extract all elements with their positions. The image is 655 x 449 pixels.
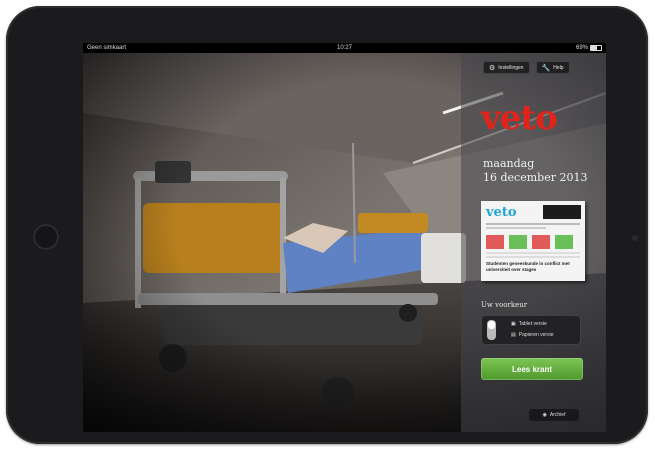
version-title: Uw voorkeur [481, 301, 528, 309]
battery-icon [590, 45, 602, 51]
help-label: Help [553, 64, 564, 71]
issue-day: maandag [483, 157, 535, 170]
archive-label: Archief [549, 412, 566, 418]
status-time: 10:27 [336, 45, 352, 51]
option-tablet-label: Tablet versie [518, 321, 547, 327]
thumbnail-headline: Studenten geneeskunde in conflict met un… [486, 261, 570, 272]
ipad-frame: Geen simkaart 10:27 69% ⚙ Instellingen 🔧… [6, 6, 648, 444]
read-paper-button[interactable]: Lees krant [481, 358, 583, 380]
wrench-icon: 🔧 [541, 64, 551, 72]
option-tablet[interactable]: ▣ Tablet versie [511, 321, 547, 327]
version-selector: ▣ Tablet versie ▤ Papieren versie [481, 315, 581, 345]
settings-label: Instellingen [498, 64, 524, 71]
option-paper-label: Papieren versie [518, 332, 554, 338]
gear-icon: ⚙ [489, 64, 496, 72]
newspaper-thumbnail[interactable]: veto Studenten geneeskunde in conflict m… [481, 201, 585, 281]
front-camera [632, 235, 638, 241]
archive-icon: ◉ [542, 412, 547, 418]
battery-status: 69% [576, 43, 602, 53]
tablet-icon: ▣ [511, 321, 516, 327]
screen: Geen simkaart 10:27 69% ⚙ Instellingen 🔧… [83, 43, 606, 432]
settings-button[interactable]: ⚙ Instellingen [483, 61, 530, 74]
status-bar: Geen simkaart 10:27 69% [83, 43, 606, 53]
issue-date: 16 december 2013 [483, 171, 588, 184]
toggle-switch[interactable] [487, 320, 496, 340]
help-button[interactable]: 🔧 Help [535, 61, 570, 74]
archive-button[interactable]: ◉ Archief [529, 409, 579, 421]
veto-logo: veto [481, 98, 558, 138]
right-panel: ⚙ Instellingen 🔧 Help veto maandag 16 de… [461, 53, 606, 432]
battery-percent: 69% [575, 45, 588, 51]
newspaper-icon: ▤ [511, 332, 516, 338]
home-button[interactable] [33, 224, 59, 250]
top-buttons: ⚙ Instellingen 🔧 Help [483, 61, 570, 74]
option-paper[interactable]: ▤ Papieren versie [511, 332, 553, 338]
